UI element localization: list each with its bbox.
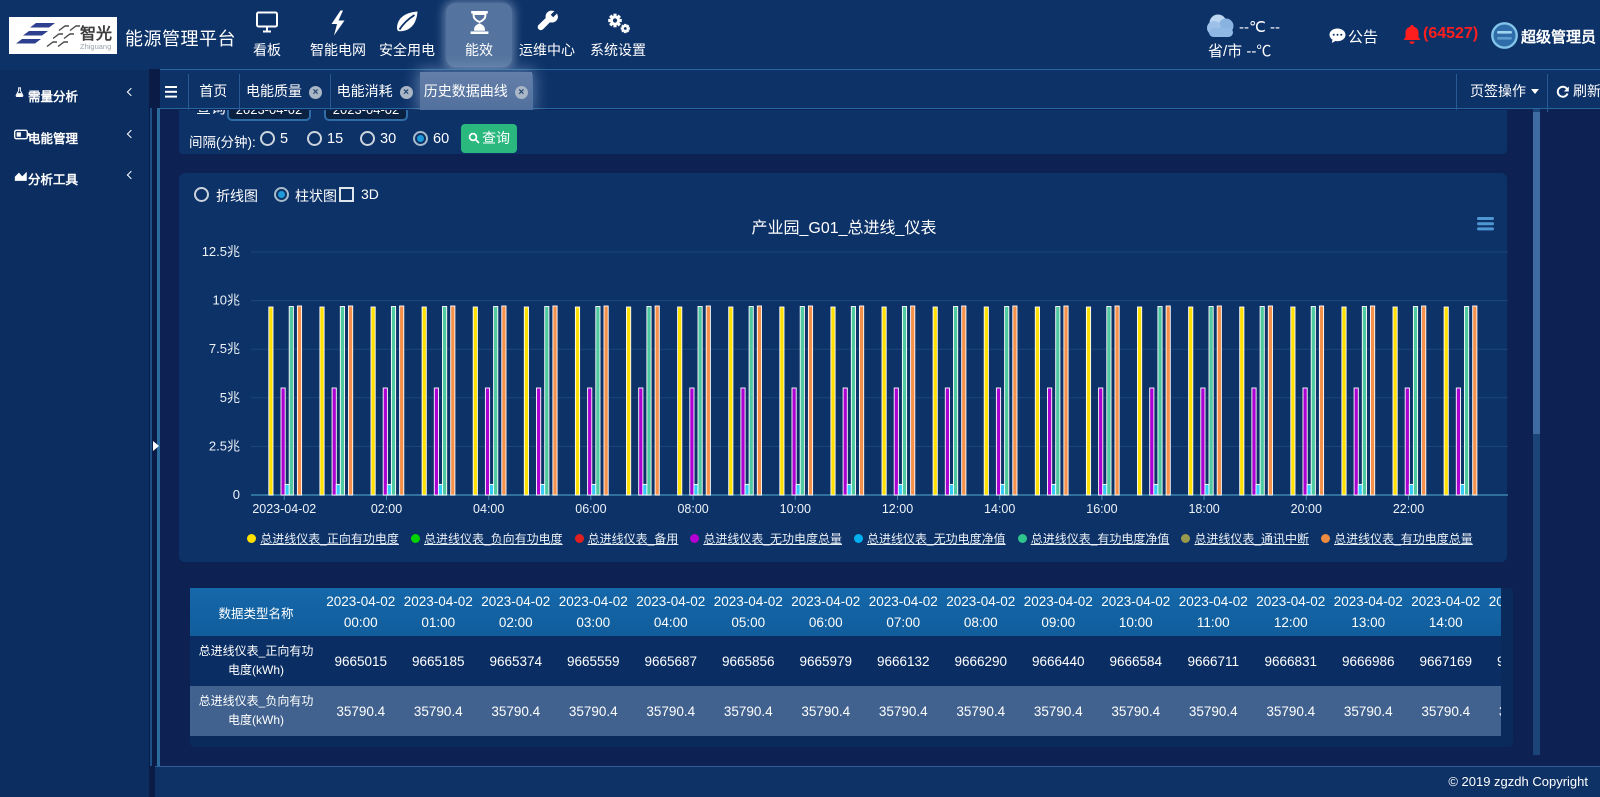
- svg-text:20:00: 20:00: [1291, 502, 1322, 516]
- svg-text:08:00: 08:00: [677, 502, 708, 516]
- svg-text:0: 0: [233, 487, 240, 502]
- svg-text:12.5兆: 12.5兆: [202, 244, 240, 259]
- svg-text:04:00: 04:00: [473, 502, 504, 516]
- svg-text:16:00: 16:00: [1086, 502, 1117, 516]
- svg-text:2.5兆: 2.5兆: [209, 438, 240, 453]
- svg-text:06:00: 06:00: [575, 502, 606, 516]
- svg-text:10:00: 10:00: [780, 502, 811, 516]
- svg-text:02:00: 02:00: [371, 502, 402, 516]
- svg-text:5兆: 5兆: [220, 390, 240, 405]
- svg-text:7.5兆: 7.5兆: [209, 341, 240, 356]
- svg-text:14:00: 14:00: [984, 502, 1015, 516]
- svg-text:智光: 智光: [80, 24, 112, 43]
- svg-text:12:00: 12:00: [882, 502, 913, 516]
- svg-text:Zhiguang: Zhiguang: [80, 42, 111, 51]
- svg-text:2023-04-02: 2023-04-02: [252, 502, 316, 516]
- svg-text:22:00: 22:00: [1393, 502, 1424, 516]
- svg-text:18:00: 18:00: [1188, 502, 1219, 516]
- svg-text:10兆: 10兆: [213, 293, 240, 308]
